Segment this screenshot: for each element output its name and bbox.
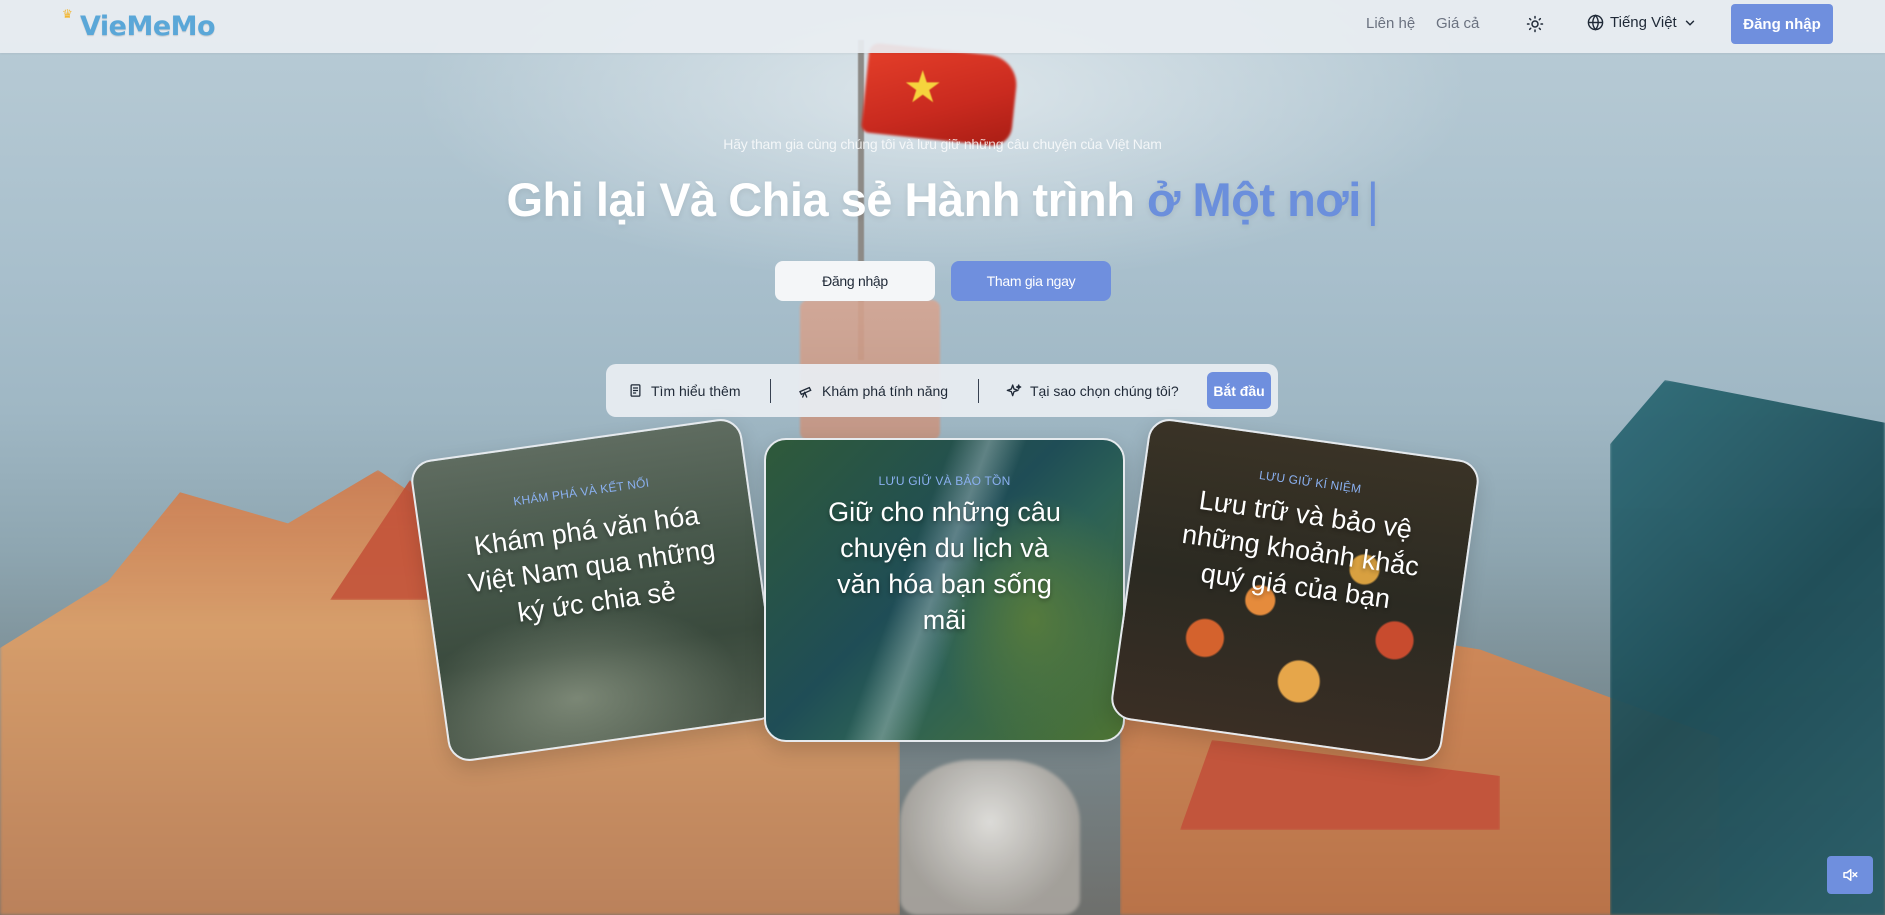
- nav-link-contact[interactable]: Liên hệ: [1366, 15, 1415, 32]
- hero-tagline: Hãy tham gia cùng chúng tôi và lưu giữ n…: [723, 136, 1162, 152]
- sparkles-icon: [1006, 383, 1022, 396]
- card-preserve[interactable]: LƯU GIỮ VÀ BẢO TỒN Giữ cho những câu chu…: [764, 438, 1125, 742]
- feature-explore[interactable]: Khám phá tính năng: [798, 383, 948, 399]
- logo[interactable]: ♛ VieMeMo: [52, 7, 216, 45]
- feature-divider: [978, 378, 979, 403]
- logo-text: VieMeMo: [80, 10, 216, 42]
- top-navbar: ♛ VieMeMo Liên hệ Giá cả Tiếng Việt Đăng…: [0, 0, 1885, 53]
- feature-learn-more[interactable]: Tìm hiểu thêm: [628, 383, 740, 399]
- sun-icon: [1526, 15, 1544, 33]
- chevron-down-icon: [1685, 20, 1694, 26]
- vietnam-flag: [860, 42, 1020, 148]
- speaker-mute-icon: [1843, 869, 1858, 881]
- logo-mark: ♛: [52, 7, 80, 43]
- feature-learn-more-label: Tìm hiểu thêm: [651, 382, 741, 399]
- headline-accent: ở Một nơi: [1147, 173, 1361, 226]
- glass-skyscraper: [1610, 380, 1885, 915]
- feature-why-us[interactable]: Tại sao chọn chúng tôi?: [1006, 383, 1179, 399]
- flag-star: ★: [903, 63, 943, 112]
- crown-icon: ♛: [62, 7, 73, 21]
- typing-caret: |: [1366, 173, 1379, 226]
- telescope-icon: [799, 386, 812, 398]
- language-selector[interactable]: Tiếng Việt: [1587, 14, 1697, 31]
- feature-explore-label: Khám phá tính năng: [822, 382, 949, 399]
- hero-headline: Ghi lại Và Chia sẻ Hành trình ở Một nơi |: [0, 172, 1885, 227]
- nav-link-pricing[interactable]: Giá cả: [1436, 15, 1479, 32]
- card-memories[interactable]: LƯU GIỮ KÍ NIỆM Lưu trữ và bảo vệ những …: [1108, 416, 1482, 764]
- hero-login-button[interactable]: Đăng nhập: [775, 261, 935, 301]
- building-roof-right: [1180, 740, 1500, 830]
- statue-group: [900, 760, 1080, 915]
- language-label: Tiếng Việt: [1610, 14, 1677, 31]
- feature-divider: [770, 378, 771, 403]
- headline-main: Ghi lại Và Chia sẻ Hành trình: [506, 173, 1135, 226]
- card-explore-connect[interactable]: KHÁM PHÁ VÀ KẾT NỐI Khám phá văn hóa Việ…: [408, 416, 782, 764]
- mute-button[interactable]: [1827, 856, 1873, 894]
- card-title: Giữ cho những câu chuyện du lịch và văn …: [828, 497, 1061, 635]
- card-label: LƯU GIỮ VÀ BẢO TỒN: [878, 474, 1011, 488]
- feature-why-us-label: Tại sao chọn chúng tôi?: [1030, 382, 1179, 399]
- book-icon: [630, 384, 641, 397]
- navbar-login-button[interactable]: Đăng nhập: [1731, 4, 1833, 44]
- start-button[interactable]: Bắt đầu: [1207, 372, 1271, 409]
- hero-join-button[interactable]: Tham gia ngay: [951, 261, 1111, 301]
- feature-bar: Tìm hiểu thêm Khám phá tính năng Tại sao…: [606, 364, 1278, 417]
- globe-icon: [1587, 14, 1604, 31]
- theme-toggle-button[interactable]: [1524, 13, 1546, 35]
